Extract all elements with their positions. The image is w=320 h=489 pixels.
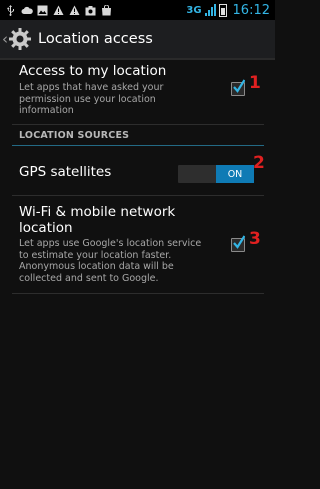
checkmark-icon (233, 235, 245, 249)
divider (12, 124, 264, 125)
bag-icon (101, 4, 112, 16)
section-header: LOCATION SOURCES (19, 130, 130, 141)
checkmark-icon (233, 79, 245, 93)
image-icon (37, 5, 48, 16)
annotation-marker: 1 (249, 73, 261, 93)
action-bar: ‹ Location access (0, 20, 275, 60)
usb-icon (5, 4, 16, 16)
settings-gear-icon[interactable] (8, 27, 32, 51)
item-summary: Let apps that have asked your permission… (19, 82, 164, 116)
wifi-location-checkbox[interactable] (231, 235, 245, 252)
status-bar: 3G 16:12 (0, 0, 275, 20)
item-title: Wi-Fi & mobile network location (19, 204, 176, 236)
clock: 16:12 (232, 2, 270, 18)
signal-icon (204, 4, 216, 16)
gps-toggle[interactable]: ON (178, 165, 254, 183)
item-title: GPS satellites (19, 164, 112, 180)
cloud-icon (21, 5, 33, 16)
divider (12, 293, 264, 294)
notification-icons (0, 4, 112, 16)
status-right: 3G 16:12 (186, 0, 270, 20)
item-title: Access to my location (19, 63, 167, 79)
network-type: 3G (186, 4, 202, 16)
battery-icon (218, 3, 227, 17)
annotation-marker: 2 (253, 153, 265, 173)
wifi-mobile-location-row[interactable]: Wi-Fi & mobile network location Let apps… (0, 196, 275, 292)
warning-icon (69, 5, 80, 16)
item-summary: Let apps use Google's location service t… (19, 238, 202, 284)
toggle-on-label: ON (216, 165, 254, 183)
access-location-checkbox[interactable] (231, 79, 245, 96)
access-to-my-location-row[interactable]: Access to my location Let apps that have… (0, 60, 275, 125)
annotation-marker: 3 (249, 229, 261, 249)
warning-icon (53, 5, 64, 16)
camera-icon (85, 5, 96, 16)
page-title: Location access (38, 31, 153, 47)
